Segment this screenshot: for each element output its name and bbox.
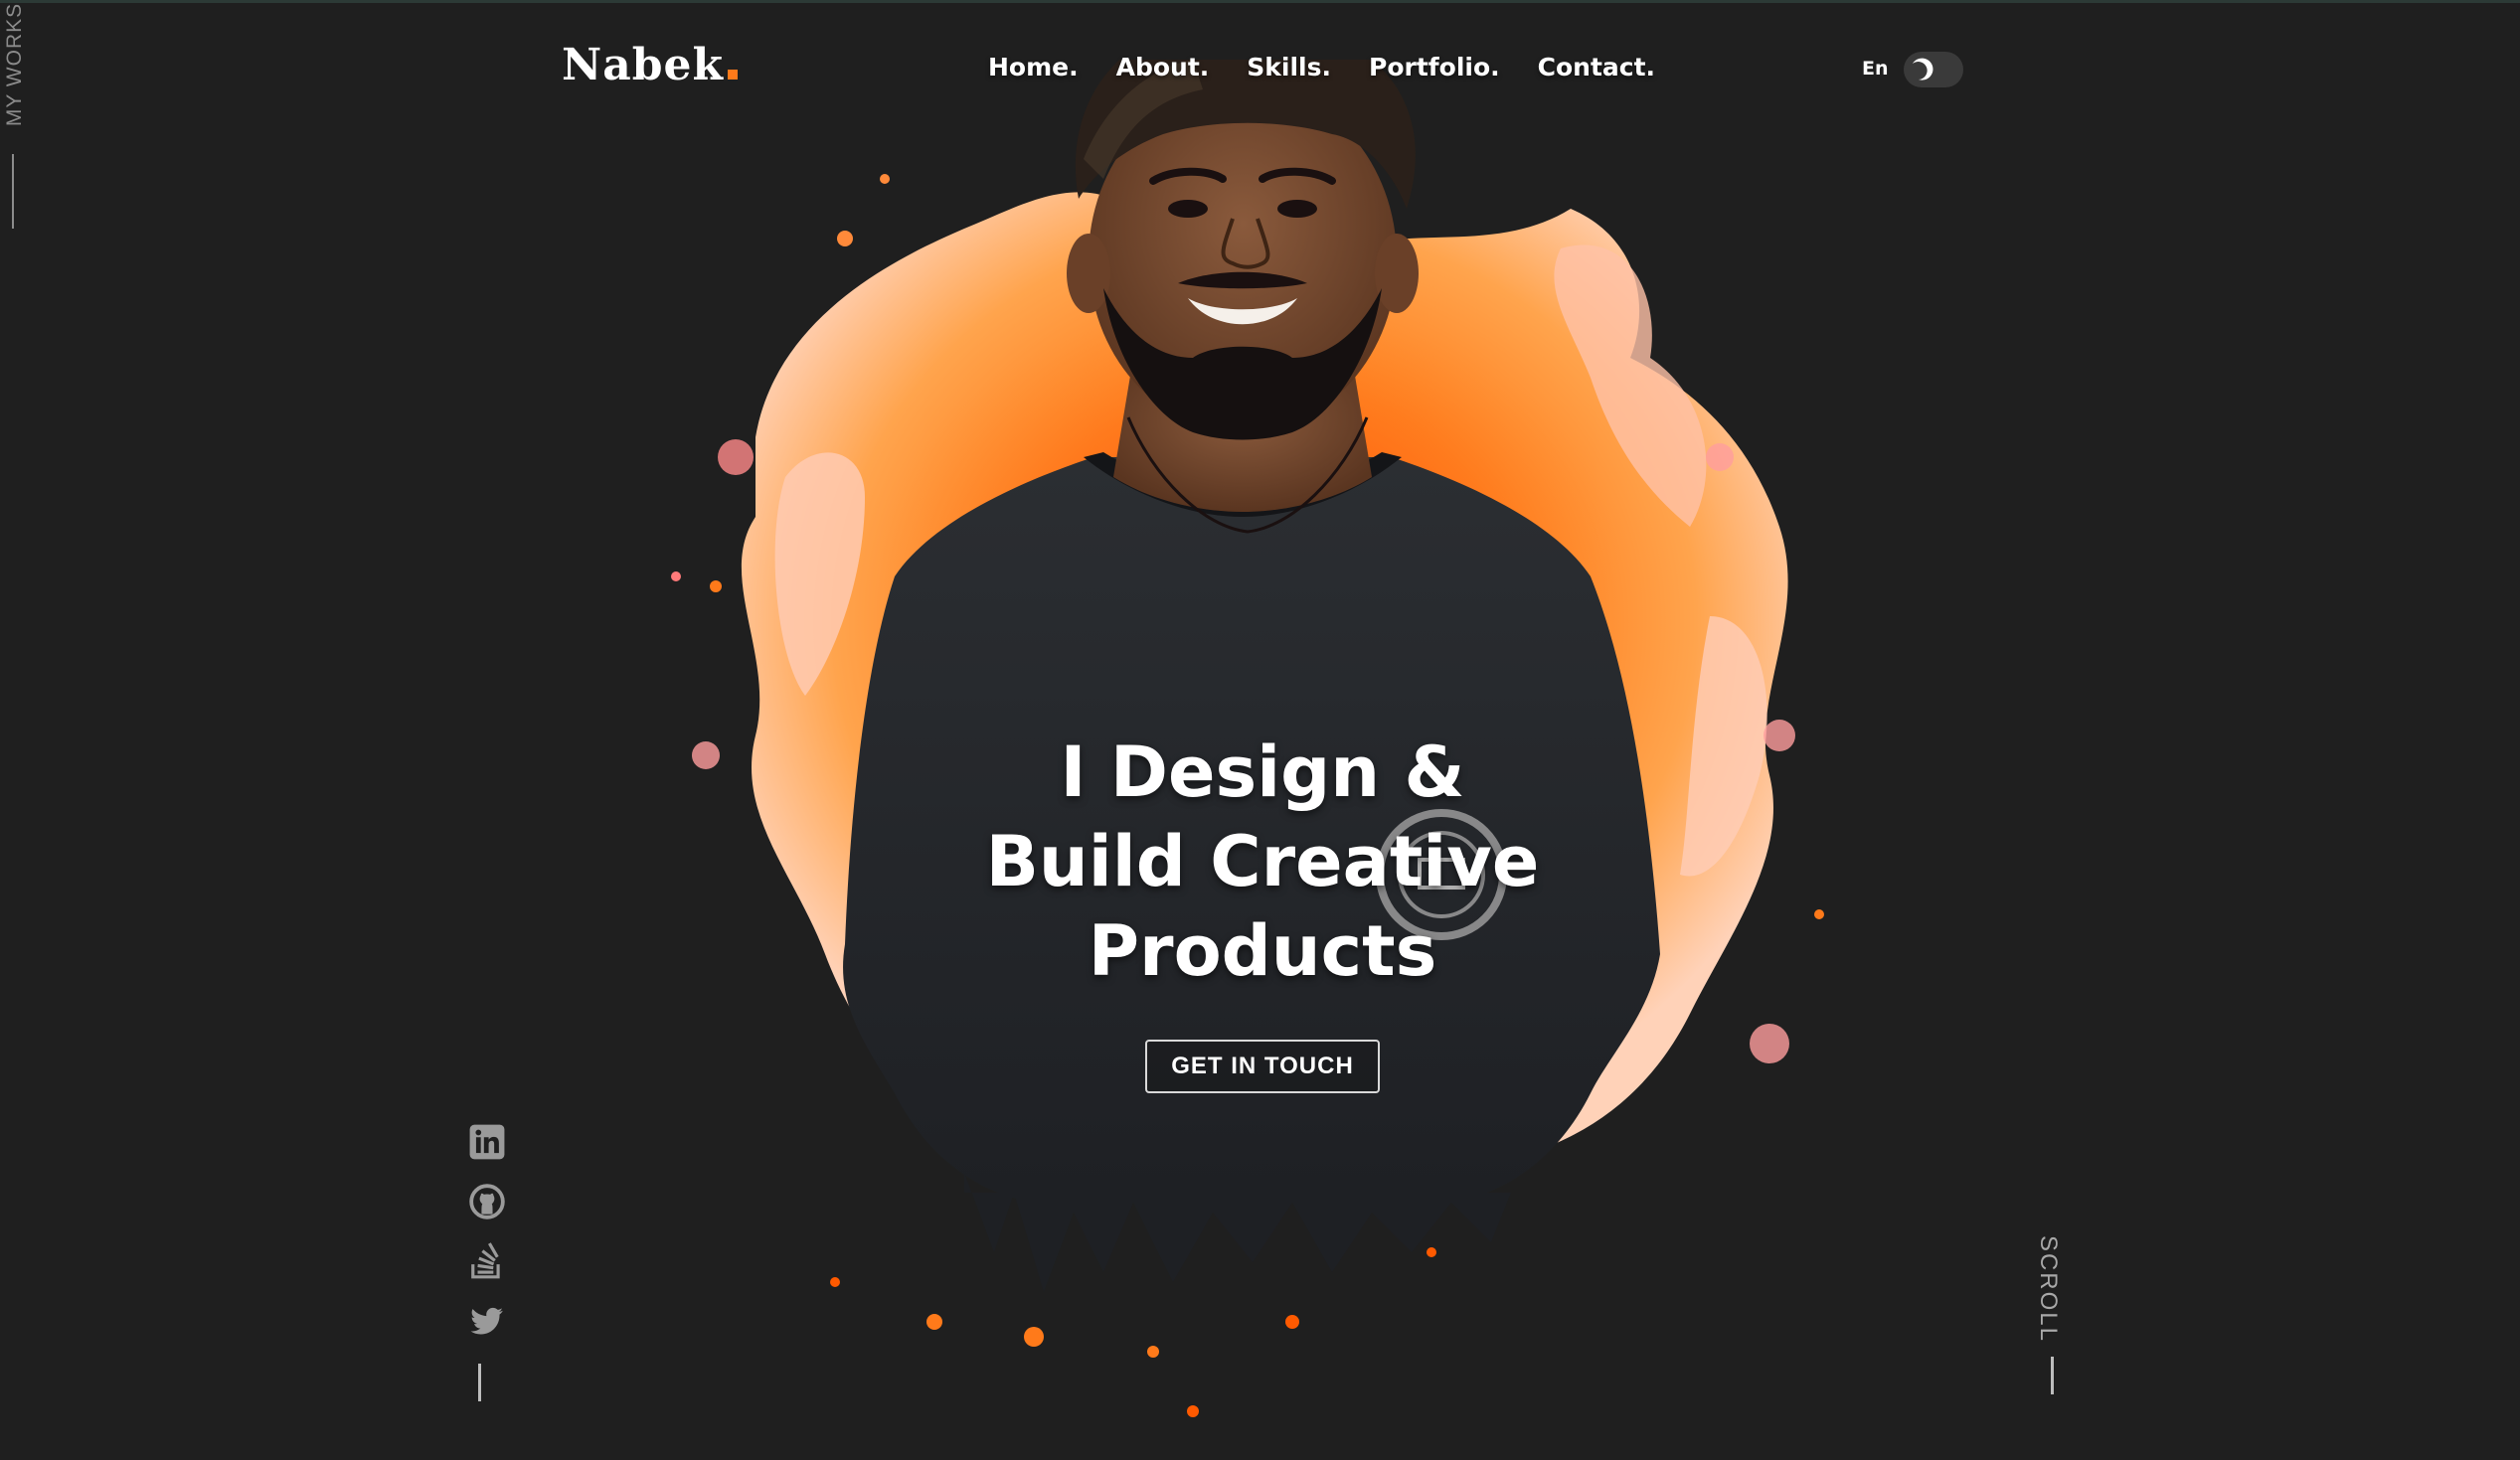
my-works-line [12, 154, 14, 229]
top-border [0, 0, 2520, 3]
get-in-touch-button[interactable]: GET IN TOUCH [1145, 1040, 1380, 1093]
twitter-icon[interactable] [468, 1302, 506, 1340]
nav-skills[interactable]: Skills. [1247, 53, 1331, 81]
portfolio-landing-page: MY WORKS Nabek Home. About. Skills. Port… [0, 0, 2520, 1460]
moon-icon [1913, 58, 1933, 81]
theme-toggle[interactable] [1904, 52, 1963, 87]
headline-line-2: Build Creative [985, 821, 1540, 902]
main-nav: Home. About. Skills. Portfolio. Contact. [988, 53, 1655, 81]
nav-about[interactable]: About. [1116, 53, 1210, 81]
linkedin-icon[interactable] [468, 1123, 506, 1161]
language-selector[interactable]: En [1862, 58, 1889, 80]
hero-headline: I Design & Build Creative Products [875, 728, 1650, 996]
scroll-label[interactable]: SCROLL [2034, 1219, 2062, 1359]
my-works-label[interactable]: MY WORKS [3, 0, 27, 129]
nav-home[interactable]: Home. [988, 53, 1079, 81]
stackoverflow-icon[interactable] [468, 1242, 506, 1280]
scroll-indicator[interactable]: SCROLL [2028, 1227, 2068, 1394]
headline-line-1: I Design & [1060, 731, 1465, 813]
github-icon[interactable] [468, 1183, 506, 1220]
nav-contact[interactable]: Contact. [1538, 53, 1655, 81]
social-links [467, 1123, 507, 1340]
social-divider-line [478, 1364, 481, 1401]
scroll-line [2051, 1357, 2054, 1394]
nav-portfolio[interactable]: Portfolio. [1369, 53, 1500, 81]
my-works-link[interactable]: MY WORKS [2, 0, 27, 229]
headline-line-3: Products [1088, 910, 1437, 992]
